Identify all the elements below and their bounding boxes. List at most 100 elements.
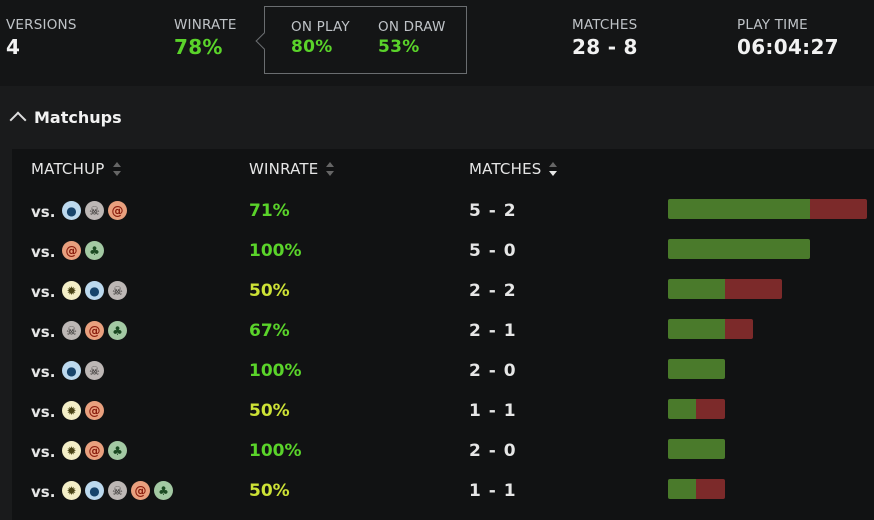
row-winrate: 71%	[249, 201, 290, 221]
loss-bar-segment	[724, 319, 754, 339]
mana-green-icon: ♣	[85, 241, 104, 260]
mana-green-icon: ♣	[154, 481, 173, 500]
stat-value: 28 - 8	[572, 35, 638, 59]
table-row[interactable]: vs. ✹ @50% 1 - 1	[0, 391, 874, 431]
mana-blue-icon: ●	[62, 361, 81, 380]
row-matches: 2 - 0	[469, 441, 517, 461]
vs-label: vs.	[31, 403, 56, 421]
sort-icon	[326, 162, 335, 176]
stat-label: PLAY TIME	[737, 17, 808, 33]
stat-play-time: PLAY TIME 06:04:27	[737, 17, 839, 59]
win-loss-bar	[668, 439, 725, 459]
win-loss-bar	[668, 399, 725, 419]
mana-black-icon: ☠	[108, 481, 127, 500]
win-loss-bar	[668, 239, 810, 259]
stats-bar: VERSIONS 4 WINRATE 78% ON PLAY 80% ON DR…	[0, 0, 874, 86]
mana-red-icon: @	[85, 401, 104, 420]
sort-icon	[112, 162, 121, 176]
chevron-up-icon	[9, 111, 27, 129]
loss-bar-segment	[724, 279, 782, 299]
header-label: WINRATE	[249, 160, 319, 178]
row-matches: 2 - 2	[469, 281, 517, 301]
header-matches[interactable]: MATCHES	[469, 160, 558, 178]
row-matches: 5 - 0	[469, 241, 517, 261]
mana-blue-icon: ●	[85, 281, 104, 300]
win-bar-segment	[668, 359, 725, 379]
table-row[interactable]: vs. ✹ ● ☠ 50% 2 - 2	[0, 271, 874, 311]
stat-versions: VERSIONS 4	[6, 17, 77, 59]
loss-bar-segment	[696, 479, 725, 499]
mana-red-icon: @	[108, 201, 127, 220]
mana-red-icon: @	[131, 481, 150, 500]
stat-value: 53%	[378, 37, 420, 57]
row-matches: 1 - 1	[469, 481, 517, 501]
mana-red-icon: @	[85, 441, 104, 460]
tooltip-pointer	[255, 32, 273, 50]
win-bar-segment	[668, 239, 810, 259]
mana-blue-icon: ●	[62, 201, 81, 220]
stat-label: ON PLAY	[291, 19, 350, 35]
row-matches: 2 - 0	[469, 361, 517, 381]
win-loss-bar	[668, 319, 754, 339]
win-loss-bar	[668, 359, 725, 379]
row-matches: 1 - 1	[469, 401, 517, 421]
loss-bar-segment	[810, 199, 867, 219]
row-winrate: 50%	[249, 481, 290, 501]
table-row[interactable]: vs. @ ♣ 100% 5 - 0	[0, 231, 874, 271]
table-row[interactable]: vs. ✹ ● ☠ @ ♣ 50% 1 - 1	[0, 471, 874, 511]
win-bar-segment	[668, 199, 810, 219]
mana-red-icon: @	[62, 241, 81, 260]
row-winrate: 100%	[249, 361, 302, 381]
stat-value: 80%	[291, 37, 333, 57]
vs-label: vs.	[31, 443, 56, 461]
win-bar-segment	[668, 479, 697, 499]
mana-icons: @ ♣	[62, 241, 108, 261]
vs-label: vs.	[31, 483, 56, 501]
sort-desc-icon	[549, 162, 558, 176]
vs-label: vs.	[31, 323, 56, 341]
win-bar-segment	[668, 279, 725, 299]
mana-red-icon: @	[85, 321, 104, 340]
play-draw-tooltip: ON PLAY 80% ON DRAW 53%	[255, 6, 467, 74]
stat-winrate[interactable]: WINRATE 78%	[174, 17, 237, 59]
row-winrate: 50%	[249, 281, 290, 301]
stat-on-draw: ON DRAW 53%	[378, 19, 446, 57]
mana-icons: ✹ @ ♣	[62, 441, 131, 461]
table-row[interactable]: vs. ☠ @ ♣ 67% 2 - 1	[0, 311, 874, 351]
stat-on-play: ON PLAY 80%	[291, 19, 350, 57]
vs-label: vs.	[31, 283, 56, 301]
row-winrate: 50%	[249, 401, 290, 421]
mana-black-icon: ☠	[62, 321, 81, 340]
header-winrate[interactable]: WINRATE	[249, 160, 335, 178]
mana-blue-icon: ●	[85, 481, 104, 500]
row-matches: 5 - 2	[469, 201, 517, 221]
table-row[interactable]: vs. ● ☠ @71% 5 - 2	[0, 191, 874, 231]
mana-icons: ● ☠	[62, 361, 108, 381]
stat-value: 06:04:27	[737, 35, 839, 59]
win-loss-bar	[668, 199, 867, 219]
win-bar-segment	[668, 319, 725, 339]
mana-white-icon: ✹	[62, 281, 81, 300]
win-bar-segment	[668, 399, 697, 419]
mana-icons: ✹ ● ☠	[62, 281, 131, 301]
row-winrate: 100%	[249, 241, 302, 261]
mana-white-icon: ✹	[62, 441, 81, 460]
stat-label: ON DRAW	[378, 19, 446, 35]
vs-label: vs.	[31, 243, 56, 261]
mana-icons: ✹ @	[62, 401, 108, 421]
mana-black-icon: ☠	[85, 201, 104, 220]
mana-icons: ● ☠ @	[62, 201, 131, 221]
table-row[interactable]: vs. ✹ @ ♣ 100% 2 - 0	[0, 431, 874, 471]
row-winrate: 100%	[249, 441, 302, 461]
mana-icons: ✹ ● ☠ @ ♣	[62, 481, 177, 501]
stat-value: 78%	[174, 35, 223, 59]
stat-label: VERSIONS	[6, 17, 77, 33]
stat-value: 4	[6, 35, 21, 59]
matchups-toggle[interactable]: Matchups	[8, 108, 122, 129]
table-row[interactable]: vs. ● ☠ 100% 2 - 0	[0, 351, 874, 391]
header-matchup[interactable]: MATCHUP	[31, 160, 121, 178]
mana-white-icon: ✹	[62, 401, 81, 420]
header-label: MATCHES	[469, 160, 542, 178]
section-title: Matchups	[34, 108, 122, 127]
loss-bar-segment	[696, 399, 725, 419]
